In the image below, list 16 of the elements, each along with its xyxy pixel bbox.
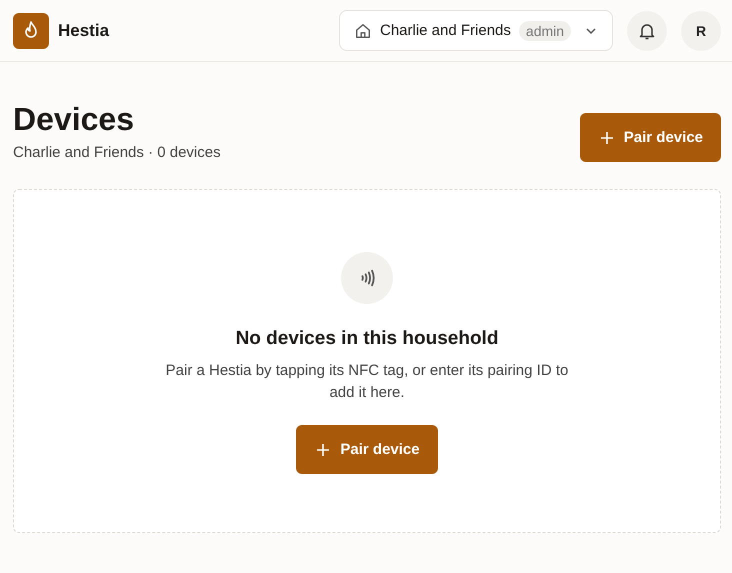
pair-device-button[interactable]: Pair device (296, 425, 438, 474)
plus-icon (316, 442, 330, 456)
role-badge: admin (518, 20, 572, 40)
app-name: Hestia (58, 20, 110, 40)
empty-state-text: Pair a Hestia by tapping its NFC tag, or enter its pairing ID to add it here. (164, 361, 570, 403)
page-title: Devices (13, 100, 135, 138)
pair-device-button[interactable]: Pair device (580, 113, 721, 162)
empty-state-title: No devices in this household (236, 328, 498, 350)
home-icon (354, 22, 372, 40)
household-switcher[interactable]: Charlie and Friends admin (339, 10, 613, 51)
notifications-button[interactable] (627, 10, 667, 50)
plus-icon (600, 130, 614, 144)
flame-logo-icon (13, 12, 49, 48)
nfc-icon (341, 252, 393, 304)
user-avatar[interactable]: R (681, 10, 721, 50)
page-subtitle: Charlie and Friends · 0 devices (13, 144, 221, 161)
